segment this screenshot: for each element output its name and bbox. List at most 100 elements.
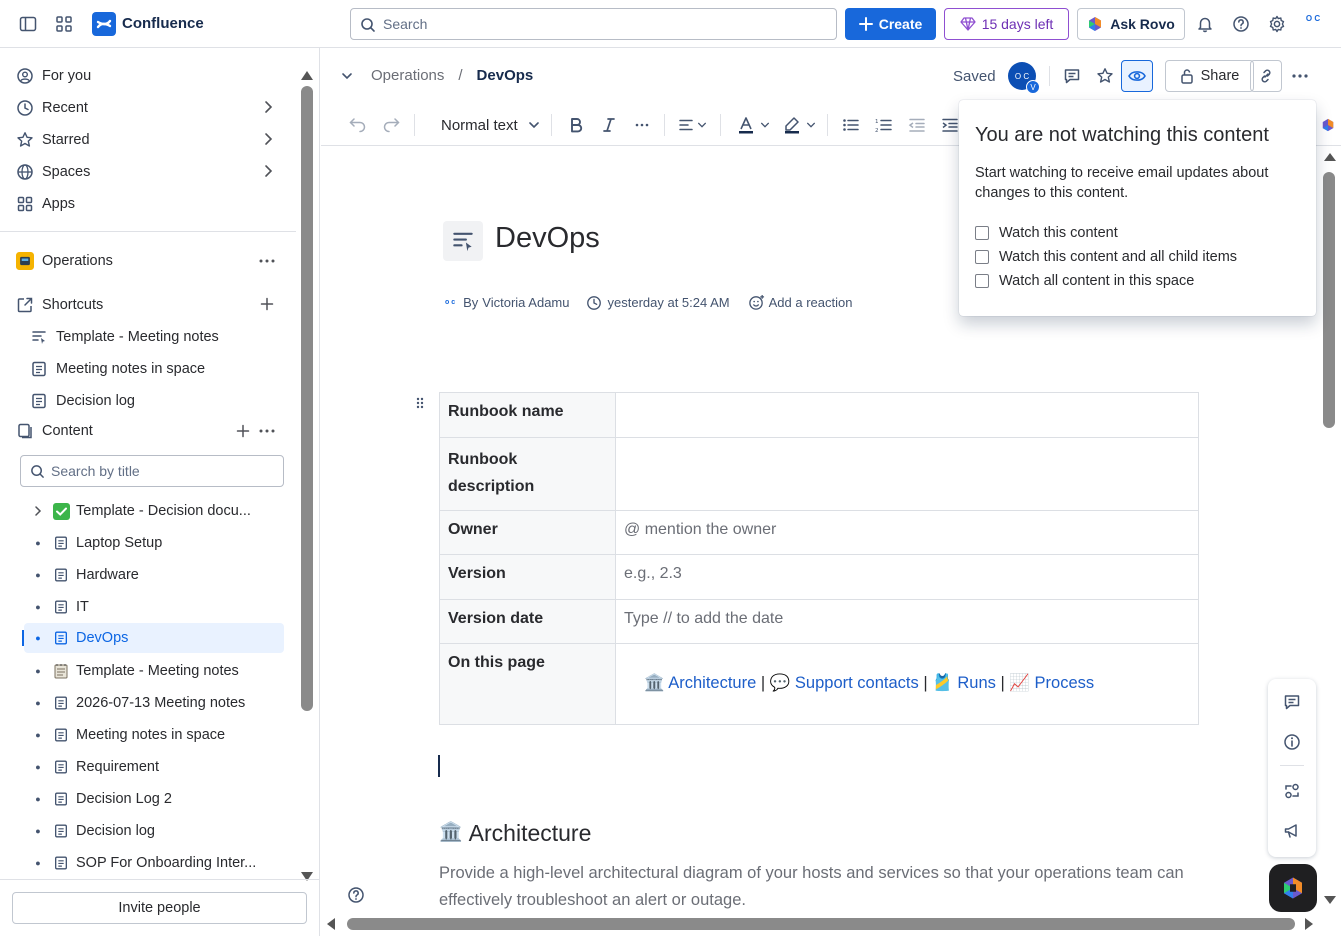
page-title[interactable]: DevOps xyxy=(495,222,600,255)
table-header-cell[interactable]: Runbook name xyxy=(439,392,616,438)
sidebar-content-header[interactable]: Content xyxy=(16,417,93,445)
table-value-cell[interactable]: @ mention the owner xyxy=(615,510,1199,555)
sidebar-item-apps[interactable]: Apps xyxy=(16,190,75,218)
author-name[interactable]: Victoria Adamu xyxy=(482,295,569,310)
watch-eye-button[interactable] xyxy=(1121,60,1153,92)
space-header-operations[interactable]: Operations xyxy=(16,247,113,275)
confluence-logo-icon[interactable] xyxy=(92,12,116,36)
loop-icon[interactable] xyxy=(1280,779,1304,803)
table-value-cell[interactable] xyxy=(615,392,1199,438)
table-header-cell[interactable]: Owner xyxy=(439,510,616,555)
architecture-description[interactable]: Provide a high-level architectural diagr… xyxy=(439,860,1229,914)
app-switcher-icon[interactable] xyxy=(52,12,76,36)
tree-item-selected[interactable]: ● DevOps xyxy=(24,623,284,653)
create-button[interactable]: Create xyxy=(845,8,936,40)
info-icon[interactable] xyxy=(1280,730,1304,754)
watch-content-and-children-checkbox[interactable] xyxy=(975,250,989,264)
collapse-chevron-icon[interactable] xyxy=(341,70,353,82)
toc-link-architecture[interactable]: Architecture xyxy=(668,674,756,692)
rovo-icon[interactable] xyxy=(1321,114,1335,136)
search-by-title-input[interactable]: Search by title xyxy=(20,455,284,487)
content-horizontal-scrollbar[interactable] xyxy=(321,914,1321,934)
table-header-cell[interactable]: Version date xyxy=(439,599,616,644)
comments-icon[interactable] xyxy=(1063,67,1081,85)
table-header-cell[interactable]: Runbook description xyxy=(439,437,616,511)
shortcut-item[interactable]: Decision log xyxy=(30,387,135,415)
table-of-contents-cell[interactable]: 🏛️ Architecture | 💬 Support contacts | 🎽… xyxy=(615,643,1199,725)
toc-link-support-contacts[interactable]: Support contacts xyxy=(795,674,919,692)
outdent-icon[interactable] xyxy=(908,114,926,136)
emoji-reaction-icon[interactable] xyxy=(748,294,765,311)
ask-rovo-button[interactable]: Ask Rovo xyxy=(1077,8,1185,40)
add-shortcut-icon[interactable] xyxy=(260,297,274,311)
breadcrumb-parent[interactable]: Operations xyxy=(371,67,444,84)
space-more-icon[interactable] xyxy=(258,253,276,269)
numbered-list-icon[interactable]: 12 xyxy=(875,114,893,136)
watch-this-content-checkbox[interactable] xyxy=(975,226,989,240)
tree-item[interactable]: ● SOP For Onboarding Inter... xyxy=(24,848,284,878)
tree-item[interactable]: ● Template - Meeting notes xyxy=(24,656,284,686)
watch-this-content-option[interactable]: Watch this content xyxy=(975,221,1300,245)
more-formatting-icon[interactable] xyxy=(634,114,650,136)
chevron-right-icon[interactable] xyxy=(262,100,274,114)
architecture-heading[interactable]: 🏛️ Architecture xyxy=(439,820,591,847)
bold-icon[interactable] xyxy=(568,114,584,136)
chevron-right-icon[interactable] xyxy=(262,164,274,178)
tree-item[interactable]: ● Meeting notes in space xyxy=(24,720,284,750)
highlight-dropdown[interactable] xyxy=(783,114,816,136)
undo-icon[interactable] xyxy=(349,114,367,136)
help-icon[interactable] xyxy=(347,886,365,904)
tree-item[interactable]: ● Requirement xyxy=(24,752,284,782)
profile-avatar[interactable]: O C xyxy=(1301,14,1325,34)
content-vertical-scrollbar[interactable] xyxy=(1321,146,1341,914)
tree-item[interactable]: ● Decision Log 2 xyxy=(24,784,284,814)
table-header-cell[interactable]: Version xyxy=(439,554,616,600)
tree-item[interactable]: ● IT xyxy=(24,592,284,622)
table-header-cell[interactable]: On this page xyxy=(439,643,616,725)
watch-space-option[interactable]: Watch all content in this space xyxy=(975,269,1300,293)
add-content-icon[interactable] xyxy=(236,424,250,438)
table-value-cell[interactable] xyxy=(615,437,1199,511)
tree-item[interactable]: Template - Decision docu... xyxy=(24,496,284,526)
copy-link-button[interactable] xyxy=(1250,60,1282,92)
breadcrumb-current[interactable]: DevOps xyxy=(477,67,534,84)
sidebar-toggle-icon[interactable] xyxy=(16,12,40,36)
alignment-dropdown[interactable] xyxy=(678,114,707,136)
app-name[interactable]: Confluence xyxy=(122,15,204,32)
help-icon[interactable] xyxy=(1229,12,1253,36)
trial-badge-button[interactable]: 15 days left xyxy=(944,8,1069,40)
sidebar-item-recent[interactable]: Recent xyxy=(16,94,88,122)
table-value-cell[interactable]: Type // to add the date xyxy=(615,599,1199,644)
watch-content-and-children-option[interactable]: Watch this content and all child items xyxy=(975,245,1300,269)
drag-handle-icon[interactable] xyxy=(415,396,425,410)
notifications-bell-icon[interactable] xyxy=(1193,12,1217,36)
star-icon[interactable] xyxy=(1096,67,1114,85)
megaphone-icon[interactable] xyxy=(1280,819,1304,843)
tree-item[interactable]: ● Laptop Setup xyxy=(24,528,284,558)
add-reaction-button[interactable]: Add a reaction xyxy=(769,295,853,310)
tree-item[interactable]: ● Hardware xyxy=(24,560,284,590)
toc-link-runs[interactable]: Runs xyxy=(957,674,996,692)
comments-panel-icon[interactable] xyxy=(1280,690,1304,714)
tree-item[interactable]: ● 2026-07-13 Meeting notes xyxy=(24,688,284,718)
sidebar-shortcuts-header[interactable]: Shortcuts xyxy=(16,291,103,319)
chevron-right-icon[interactable] xyxy=(262,132,274,146)
global-search-input[interactable]: Search xyxy=(350,8,837,40)
page-emoji-button[interactable] xyxy=(443,221,483,261)
shortcut-item[interactable]: Meeting notes in space xyxy=(30,355,205,383)
content-more-icon[interactable] xyxy=(258,423,276,439)
watch-space-checkbox[interactable] xyxy=(975,274,989,288)
sidebar-item-spaces[interactable]: Spaces xyxy=(16,158,90,186)
share-button[interactable]: Share xyxy=(1165,60,1254,92)
settings-gear-icon[interactable] xyxy=(1265,12,1289,36)
tree-item[interactable]: ● Decision log xyxy=(24,816,284,846)
rovo-chat-button[interactable] xyxy=(1269,864,1317,912)
invite-people-button[interactable]: Invite people xyxy=(12,892,307,924)
shortcut-item[interactable]: Template - Meeting notes xyxy=(30,323,219,351)
sidebar-item-for-you[interactable]: For you xyxy=(16,62,91,90)
italic-icon[interactable] xyxy=(601,114,617,136)
sidebar-scrollbar[interactable] xyxy=(300,66,314,886)
toc-link-process[interactable]: Process xyxy=(1035,674,1095,692)
expand-chevron-icon[interactable] xyxy=(24,505,52,517)
table-value-cell[interactable]: e.g., 2.3 xyxy=(615,554,1199,600)
